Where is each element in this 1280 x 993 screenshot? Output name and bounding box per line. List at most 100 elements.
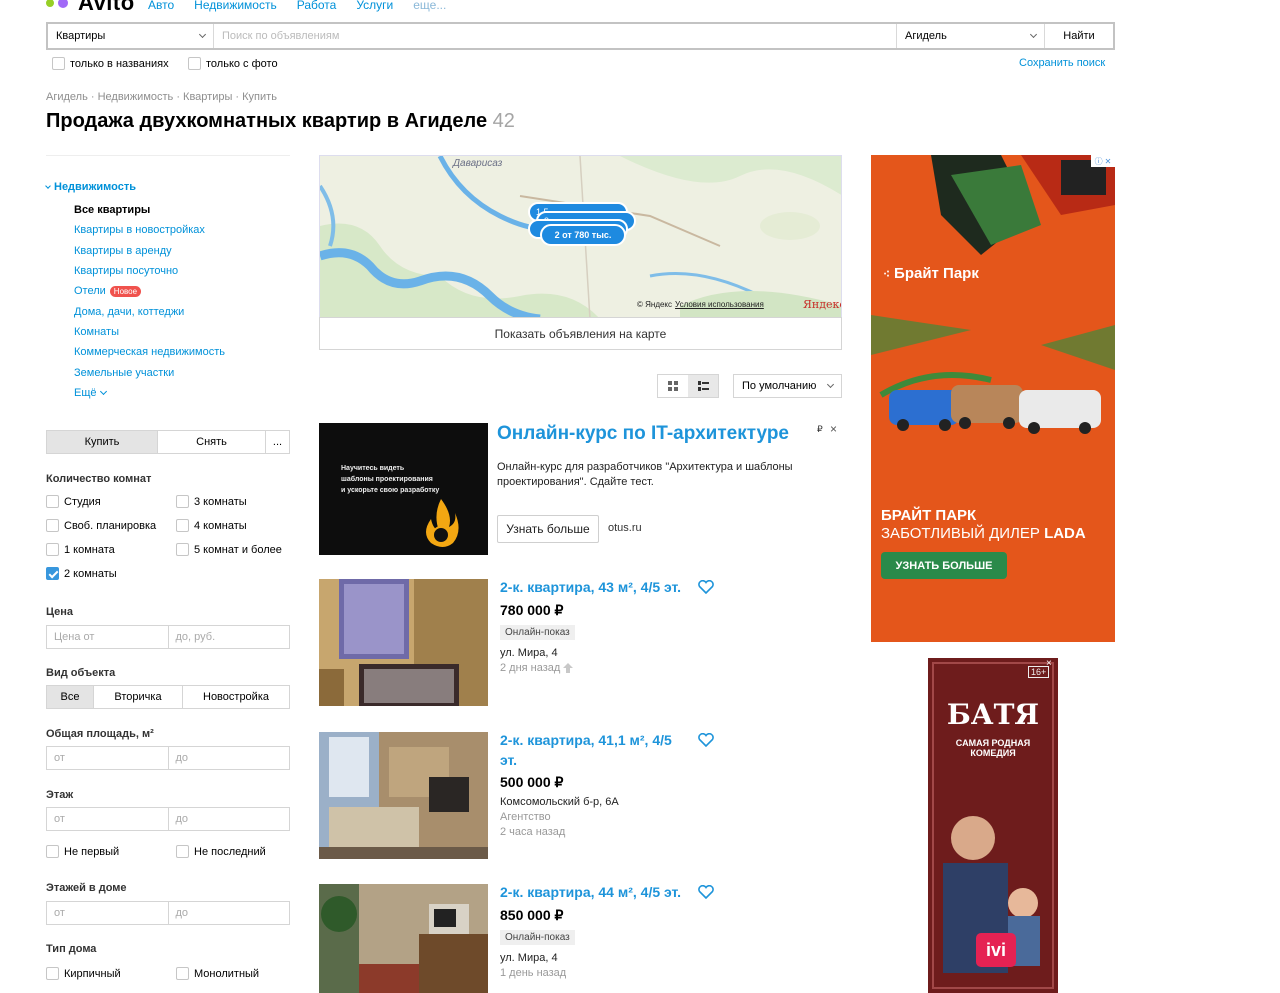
area-from-input[interactable]: от [47,747,169,769]
grid-view-icon[interactable] [658,375,688,397]
checkbox-checked[interactable] [46,567,59,580]
listings-map[interactable]: Даварисаз 1.5 3 2 от 780 тыс. © Яндекс У… [319,155,842,318]
close-icon[interactable]: × [1046,658,1052,669]
ad-learn-more-button[interactable]: Узнать больше [497,515,599,543]
price-label: Цена [46,606,74,618]
listing-title[interactable]: 2-к. квартира, 43 м², 4/5 эт. [500,577,690,597]
room-3[interactable]: 3 комнаты [176,495,296,508]
only-titles-checkbox[interactable]: только в названиях [52,57,169,70]
search-button[interactable]: Найти [1045,24,1113,48]
room-4[interactable]: 4 комнаты [176,519,296,532]
show-on-map-button[interactable]: Показать объявления на карте [319,317,842,350]
floors-to-input[interactable]: до [169,902,290,924]
checkbox-box[interactable] [46,495,59,508]
sidebar-item-houses[interactable]: Дома, дачи, коттеджи [74,301,225,321]
deal-buy[interactable]: Купить [47,431,158,453]
sidebar-item-new-buildings[interactable]: Квартиры в новостройках [74,220,225,240]
banner-subtitle: САМАЯ РОДНАЯ КОМЕДИЯ [955,738,1031,758]
room-free[interactable]: Своб. планировка [46,519,176,532]
save-search-link[interactable]: Сохранить поиск [1019,57,1105,69]
house-brick-checkbox[interactable]: Кирпичный [46,967,121,980]
area-to-input[interactable]: до [169,747,290,769]
listing-price: 500 000 ₽ [500,774,564,790]
listing-date: 1 день назад [500,967,567,979]
avito-logo[interactable]: Avito [46,0,135,15]
room-2[interactable]: 2 комнаты [46,567,176,580]
checkbox-box[interactable] [176,519,189,532]
not-last-checkbox[interactable]: Не последний [176,845,266,858]
page-title: Продажа двухкомнатных квартир в Агиделе … [46,110,515,133]
list-view-icon[interactable] [688,375,718,397]
listing-photo[interactable] [319,732,488,859]
chevron-down-icon [826,380,835,389]
nav-more[interactable]: еще... [413,0,446,12]
sidebar-item-rent[interactable]: Квартиры в аренду [74,241,225,261]
info-icon[interactable]: ⓘ [1095,156,1103,167]
close-icon[interactable]: ✕ [1105,157,1112,166]
ad-domain[interactable]: otus.ru [608,522,642,534]
close-icon[interactable]: × [830,422,837,436]
checkbox-box[interactable] [188,57,201,70]
not-first-checkbox[interactable]: Не первый [46,845,119,858]
floor-to-input[interactable]: до [169,808,290,830]
search-input[interactable]: Поиск по объявлениям [214,24,897,48]
floors-from-input[interactable]: от [47,902,169,924]
sidebar-item-more[interactable]: Ещё [74,383,225,403]
sort-select[interactable]: По умолчанию [733,374,842,398]
deal-more[interactable]: ... [266,431,289,453]
only-photo-checkbox[interactable]: только с фото [188,57,278,70]
heart-icon[interactable] [698,733,714,747]
map-terms-link[interactable]: Условия использования [675,300,764,309]
sidebar-item-daily[interactable]: Квартиры посуточно [74,261,225,281]
ad-info-close[interactable]: ⓘ ✕ [1091,155,1115,167]
ad-banner-ivi[interactable]: 16+ × БАТЯ САМАЯ РОДНАЯ КОМЕДИЯ ivi [928,658,1058,993]
ad-image[interactable]: Научитесь видеть шаблоны проектирования … [319,423,488,555]
banner-cta-button[interactable]: УЗНАТЬ БОЛЬШЕ [881,552,1007,579]
sidebar-item-commercial[interactable]: Коммерческая недвижимость [74,342,225,362]
checkbox-box[interactable] [176,495,189,508]
house-monolith-checkbox[interactable]: Монолитный [176,967,259,980]
listing-title[interactable]: 2-к. квартира, 41,1 м², 4/5 эт. [500,730,690,770]
objtype-secondary[interactable]: Вторичка [94,686,183,708]
city-select[interactable]: Агидель [897,24,1045,48]
listing-photo[interactable] [319,884,488,993]
objtype-all[interactable]: Все [47,686,94,708]
floor-from-input[interactable]: от [47,808,169,830]
checkbox-box[interactable] [46,519,59,532]
price-to-input[interactable]: до, руб. [169,626,290,648]
checkbox-box[interactable] [52,57,65,70]
nav-realty[interactable]: Недвижимость [194,0,277,12]
nav-auto[interactable]: Авто [148,0,174,12]
breadcrumb[interactable]: Агидель · Недвижимость · Квартиры · Купи… [46,91,277,103]
yandex-logo: Яндекс [803,298,842,311]
sidebar-item-land[interactable]: Земельные участки [74,362,225,382]
category-select[interactable]: Квартиры [48,24,214,48]
checkbox-box[interactable] [176,845,189,858]
sidebar-item-rooms[interactable]: Комнаты [74,322,225,342]
checkbox-box[interactable] [46,543,59,556]
room-5plus[interactable]: 5 комнат и более [176,543,296,556]
price-from-input[interactable]: Цена от [47,626,169,648]
heart-icon[interactable] [698,580,714,594]
deal-rent[interactable]: Снять [158,431,266,453]
checkbox-box[interactable] [176,543,189,556]
sidebar-item-hotels[interactable]: Отели Новое [74,281,225,301]
nav-services[interactable]: Услуги [356,0,393,12]
listing-title[interactable]: 2-к. квартира, 44 м², 4/5 эт. [500,882,690,902]
sidebar-item-all-flats[interactable]: Все квартиры [74,200,225,220]
ad-title[interactable]: Онлайн-курс по IT-архитектуре [497,423,789,445]
map-cluster-main[interactable]: 2 от 780 тыс. [540,224,626,246]
ivi-logo: ivi [976,933,1016,967]
heart-icon[interactable] [698,885,714,899]
checkbox-box[interactable] [46,845,59,858]
ad-banner-lada[interactable]: ⁖ Брайт Парк БРАЙТ ПАРК ЗАБОТЛИВЫЙ ДИЛЕР… [871,155,1115,642]
objtype-new[interactable]: Новостройка [183,686,289,708]
sidebar-category-head[interactable]: Недвижимость [45,181,136,193]
listing-photo[interactable] [319,579,488,706]
room-studio[interactable]: Студия [46,495,176,508]
checkbox-box[interactable] [176,967,189,980]
checkbox-box[interactable] [46,967,59,980]
room-1[interactable]: 1 комната [46,543,176,556]
rooms-label: Количество комнат [46,473,152,485]
nav-jobs[interactable]: Работа [297,0,337,12]
